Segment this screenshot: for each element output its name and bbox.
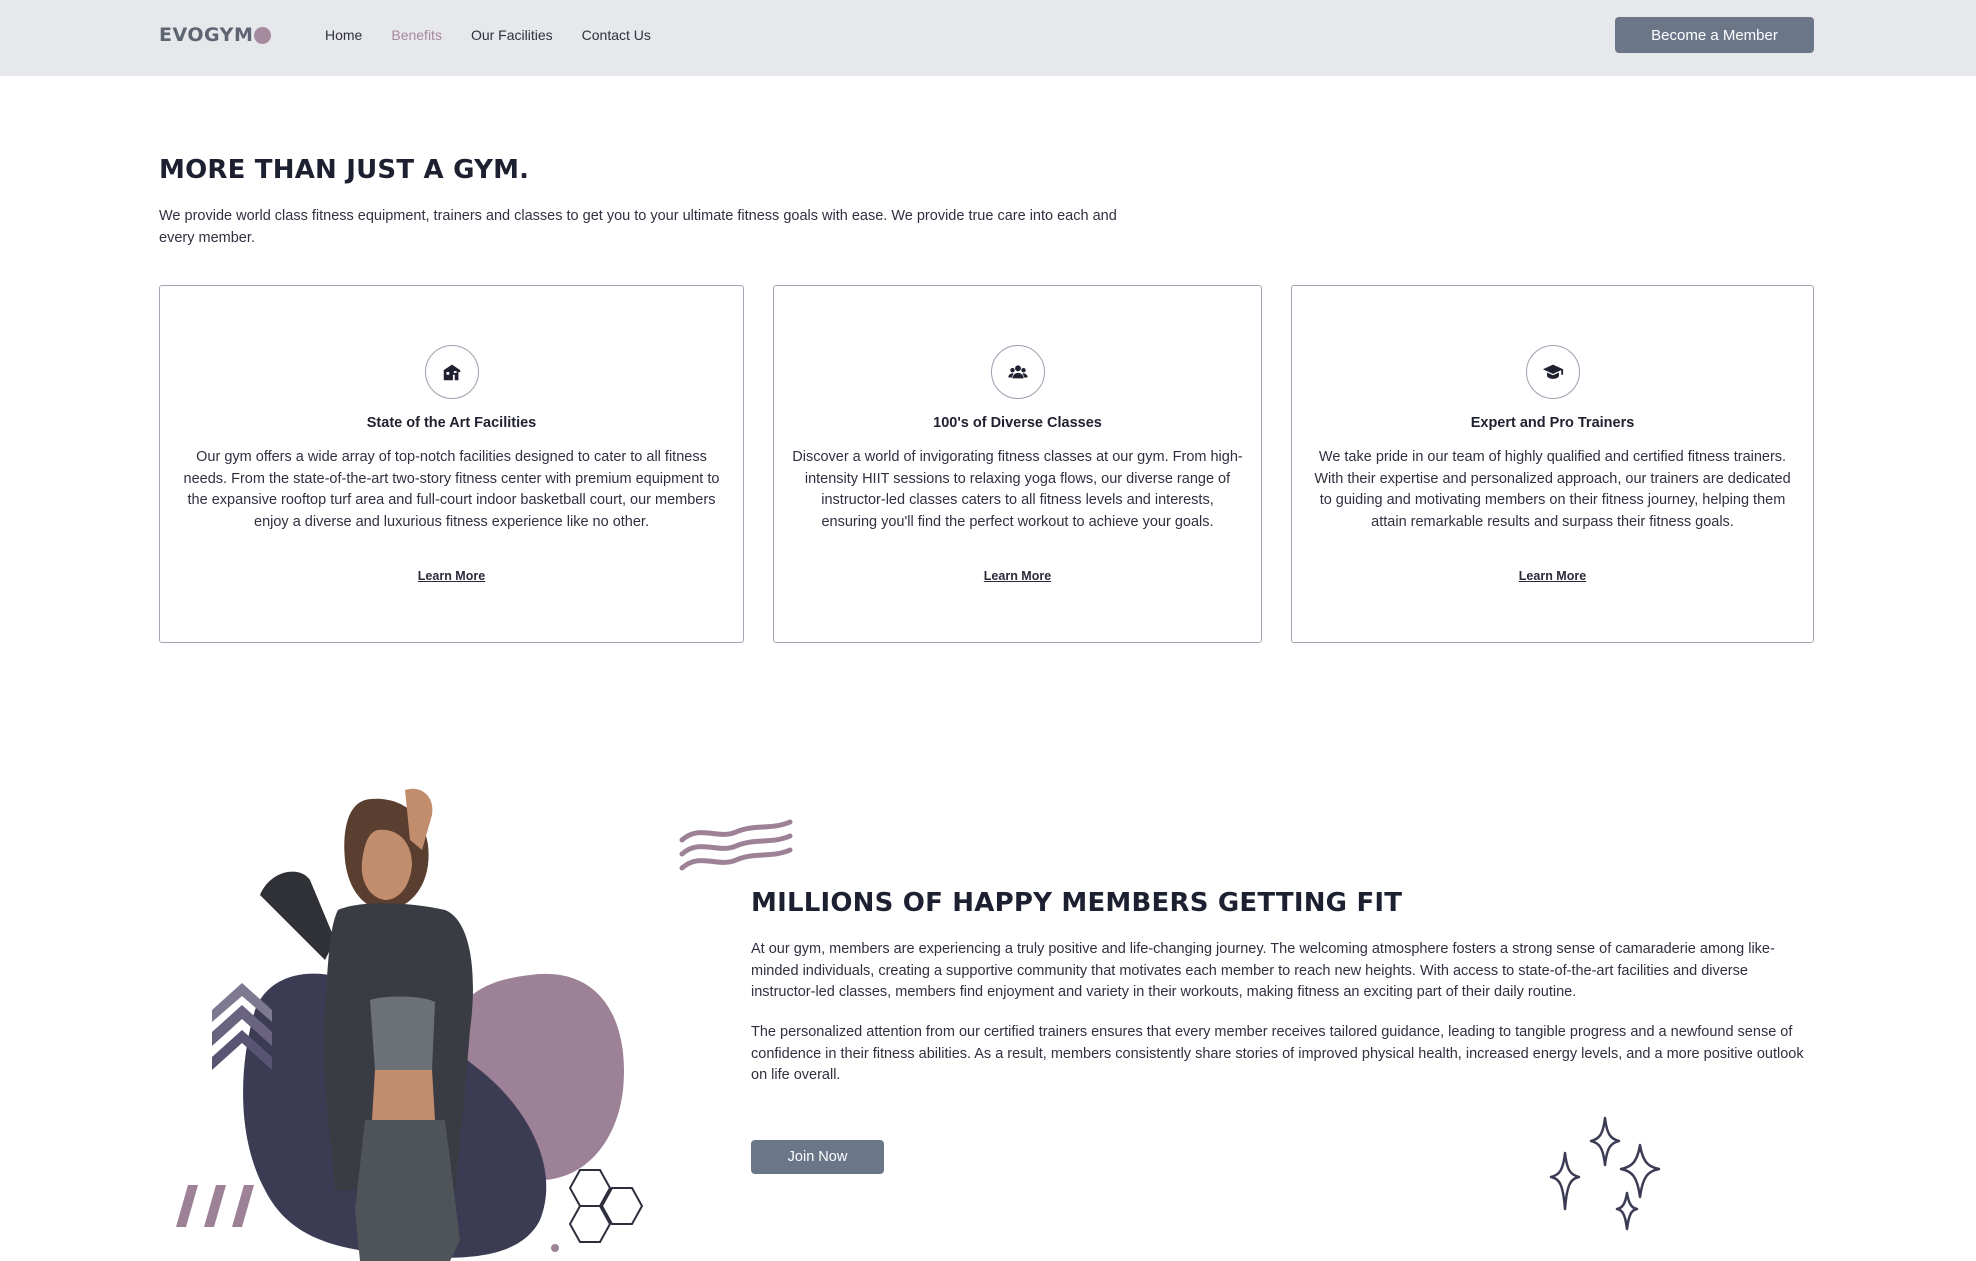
sparkle-icon [1619, 1143, 1661, 1199]
card-text: Discover a world of invigorating fitness… [792, 449, 1243, 531]
learn-more-link[interactable]: Learn More [160, 569, 743, 583]
waves-decoration [679, 819, 793, 871]
benefit-card-facilities: State of the Art Facilities Our gym offe… [159, 285, 744, 643]
nav-link-benefits[interactable]: Benefits [391, 27, 442, 43]
nav-link-contact-us[interactable]: Contact Us [582, 27, 651, 43]
learn-more-link[interactable]: Learn More [1292, 569, 1813, 583]
sparkle-icon [1589, 1116, 1621, 1167]
navbar: EVOGYM Home Benefits Our Facilities Cont… [0, 0, 1976, 76]
nav-link-our-facilities[interactable]: Our Facilities [471, 27, 553, 43]
members-graphic [176, 788, 644, 1261]
happy-members-title: MILLIONS OF HAPPY MEMBERS GETTING FIT [751, 888, 1403, 918]
academic-cap-icon [1526, 345, 1580, 399]
logo-dot-icon [254, 26, 272, 44]
join-now-button[interactable]: Join Now [751, 1140, 884, 1174]
become-member-button[interactable]: Become a Member [1615, 17, 1814, 53]
benefits-title: MORE THAN JUST A GYM. [159, 155, 530, 185]
card-text: We take pride in our team of highly qual… [1314, 449, 1791, 531]
dot-shape [551, 1244, 559, 1252]
card-title: State of the Art Facilities [366, 415, 537, 431]
happy-members-paragraph-1: At our gym, members are experiencing a t… [751, 941, 1775, 1001]
card-text: Our gym offers a wide array of top-notch… [183, 449, 720, 531]
benefit-card-classes: 100's of Diverse Classes Discover a worl… [773, 285, 1262, 643]
nav-links: Home Benefits Our Facilities Contact Us [325, 27, 680, 43]
learn-more-link[interactable]: Learn More [774, 569, 1261, 583]
slashes-shape [176, 1185, 254, 1227]
logo-text: EVOGYM [159, 24, 254, 46]
sparkle-icon [1615, 1191, 1639, 1231]
home-modern-icon [425, 345, 479, 399]
sparkles-decoration [1549, 1116, 1661, 1231]
hexagons-shape [568, 1169, 644, 1243]
user-group-icon [991, 345, 1045, 399]
benefits-description: We provide world class fitness equipment… [159, 208, 1117, 246]
nav-link-home[interactable]: Home [325, 27, 362, 43]
logo[interactable]: EVOGYM [159, 24, 272, 46]
card-title: 100's of Diverse Classes [933, 415, 1102, 431]
happy-members-paragraph-2: The personalized attention from our cert… [751, 1024, 1804, 1084]
sparkle-icon [1549, 1151, 1581, 1211]
card-title: Expert and Pro Trainers [1470, 415, 1635, 431]
benefit-card-trainers: Expert and Pro Trainers We take pride in… [1291, 285, 1814, 643]
